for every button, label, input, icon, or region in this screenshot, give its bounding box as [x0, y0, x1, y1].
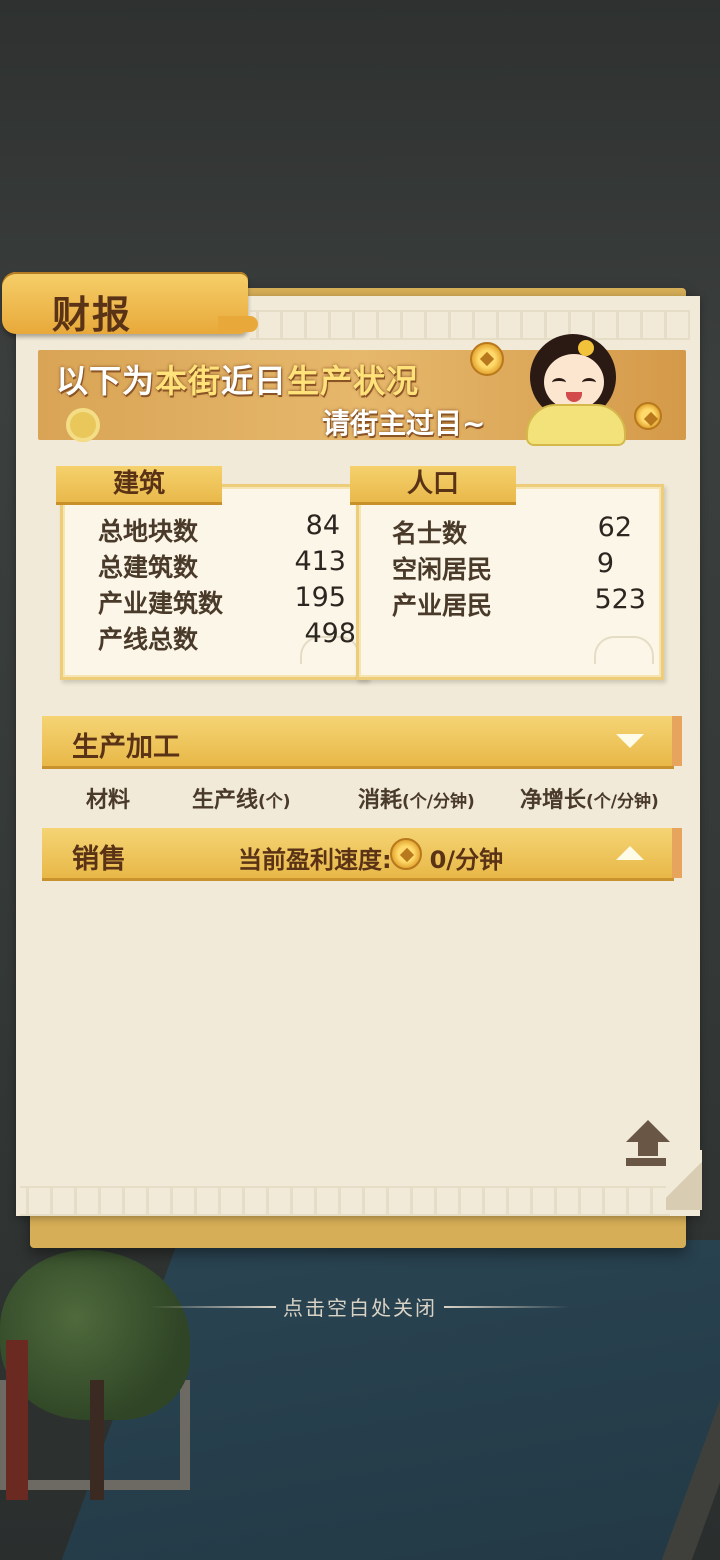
column-header-unit: (个/分钟) [402, 792, 475, 812]
tab-population: 人口 [350, 466, 516, 502]
stat-label: 总地块数 [98, 517, 199, 546]
profit-value: 0/分钟 [429, 846, 504, 874]
close-hint: 点击空白处关闭 [283, 1296, 437, 1320]
column-header-text: 生产线 [192, 788, 259, 813]
column-header-text: 净增长 [520, 788, 587, 813]
background-tree-trunk [90, 1380, 104, 1500]
column-header-net-growth: 净增长(个/分钟) [520, 782, 659, 814]
column-header-unit: (个/分钟) [586, 792, 659, 812]
column-header-consumption: 消耗(个/分钟) [358, 782, 475, 814]
stat-value: 195 [294, 582, 346, 613]
stat-label: 产业建筑数 [98, 589, 224, 618]
stat-value: 498 [304, 618, 356, 649]
stat-value: 84 [305, 510, 340, 541]
cloud-decoration [594, 636, 654, 664]
banner-text-part: 以下为 [56, 362, 156, 400]
column-header-unit: (个) [258, 792, 291, 812]
banner-headline: 以下为本街近日生产状况 [56, 356, 419, 402]
column-header-material: 材料 [86, 788, 131, 813]
banner-subline: 请街主过目~ [322, 407, 486, 440]
banner-text-part: 近日 [221, 362, 288, 400]
stat-label: 空闲居民 [392, 555, 493, 584]
profit-rate: 当前盈利速度: 0/分钟 [238, 840, 503, 875]
sales-section-title: 销售 [72, 844, 126, 875]
stat-value: 62 [597, 512, 632, 543]
stat-label: 总建筑数 [98, 553, 199, 582]
banner-highlight-status: 生产状况 [287, 362, 420, 400]
page-curl-decoration [666, 1150, 702, 1210]
banner-highlight-street: 本街 [155, 362, 222, 400]
stat-label: 产业居民 [392, 591, 493, 620]
background-post [6, 1340, 28, 1500]
coin-icon [390, 838, 422, 870]
stat-label: 名士数 [392, 519, 468, 548]
production-section-title: 生产加工 [72, 732, 180, 763]
coin-icon [634, 402, 662, 430]
coin-icon [470, 342, 504, 376]
stat-value: 413 [294, 546, 346, 577]
stat-value: 9 [596, 548, 614, 579]
stat-value: 523 [594, 584, 646, 615]
scroll-to-top-icon [626, 1120, 670, 1142]
flower-icon [66, 408, 100, 442]
triangle-down-icon[interactable] [616, 734, 644, 748]
triangle-up-icon[interactable] [616, 846, 644, 860]
column-header-text: 消耗 [358, 788, 403, 813]
tab-buildings: 建筑 [56, 466, 222, 502]
profit-label: 当前盈利速度: [238, 846, 392, 874]
stat-label: 产线总数 [98, 625, 199, 654]
panel-pattern-bottom [20, 1186, 670, 1216]
page-title: 财报 [52, 292, 133, 337]
column-header-lines: 生产线(个) [192, 782, 291, 814]
advisor-character [510, 334, 632, 446]
